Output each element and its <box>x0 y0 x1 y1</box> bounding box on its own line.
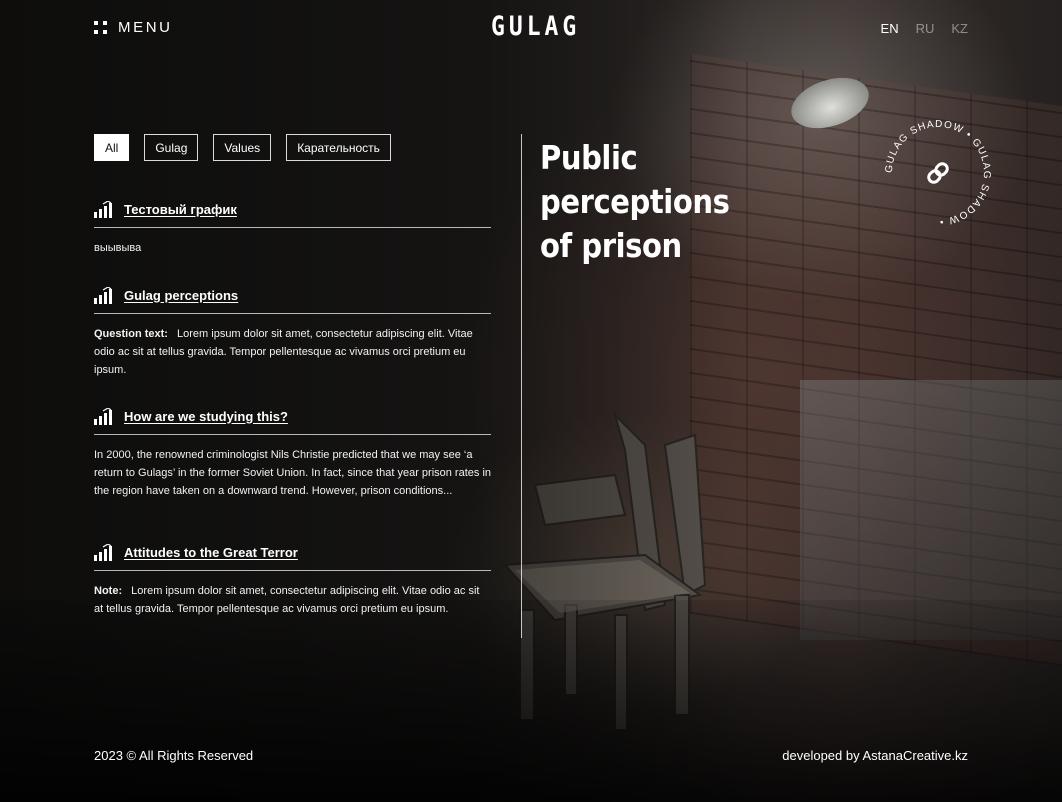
item-description: Note: Lorem ipsum dolor sit amet, consec… <box>94 582 491 618</box>
list-item: How are we studying this? In 2000, the r… <box>94 403 491 500</box>
filter-gulag[interactable]: Gulag <box>144 134 199 161</box>
bar-chart-icon <box>94 200 112 218</box>
list-item: Gulag perceptions Question text: Lorem i… <box>94 282 491 379</box>
link-icon <box>927 162 949 184</box>
item-header: Attitudes to the Great Terror <box>94 539 491 571</box>
item-text: Lorem ipsum dolor sit amet, consectetur … <box>94 585 480 615</box>
vertical-divider <box>521 134 522 638</box>
site-logo[interactable]: GULAG <box>491 12 580 42</box>
gulag-shadow-badge[interactable]: GULAG SHADOW • GULAG SHADOW • <box>880 115 996 231</box>
item-description: выывыва <box>94 239 491 257</box>
lang-ru[interactable]: RU <box>916 21 935 36</box>
item-title-link[interactable]: Тестовый график <box>124 202 237 217</box>
item-header: Gulag perceptions <box>94 282 491 314</box>
menu-dots-icon <box>94 21 107 34</box>
item-text: In 2000, the renowned criminologist Nils… <box>94 449 492 497</box>
page-title-line-1: Public perceptions <box>540 138 730 221</box>
bar-chart-icon <box>94 407 112 425</box>
item-prefix: Note: <box>94 585 123 597</box>
item-header: How are we studying this? <box>94 403 491 435</box>
filter-bar: All Gulag Values Карательность <box>94 134 391 161</box>
filter-all[interactable]: All <box>94 134 130 161</box>
filter-values[interactable]: Values <box>213 134 272 161</box>
page-title-line-2: of prison <box>540 226 682 265</box>
bar-chart-icon <box>94 286 112 304</box>
item-title-link[interactable]: Gulag perceptions <box>124 288 238 303</box>
developer-credit-link[interactable]: developed by AstanaCreative.kz <box>782 748 968 763</box>
language-switcher: EN RU KZ <box>881 21 968 36</box>
list-item: Тестовый график выывыва <box>94 196 491 257</box>
menu-button[interactable]: MENU <box>94 19 173 36</box>
lang-kz[interactable]: KZ <box>951 21 968 36</box>
item-description: Question text: Lorem ipsum dolor sit ame… <box>94 325 491 379</box>
item-title-link[interactable]: Attitudes to the Great Terror <box>124 545 298 560</box>
item-header: Тестовый график <box>94 196 491 228</box>
copyright-text: 2023 © All Rights Reserved <box>94 748 254 763</box>
page-title: Public perceptions of prison <box>540 136 822 268</box>
item-text: выывыва <box>94 242 142 254</box>
bar-chart-icon <box>94 543 112 561</box>
item-prefix: Question text: <box>94 328 168 340</box>
item-description: In 2000, the renowned criminologist Nils… <box>94 446 491 500</box>
lang-en[interactable]: EN <box>881 21 899 36</box>
filter-punitiveness[interactable]: Карательность <box>286 134 391 161</box>
menu-label: MENU <box>118 19 173 36</box>
list-item: Attitudes to the Great Terror Note: Lore… <box>94 539 491 618</box>
item-title-link[interactable]: How are we studying this? <box>124 409 288 424</box>
